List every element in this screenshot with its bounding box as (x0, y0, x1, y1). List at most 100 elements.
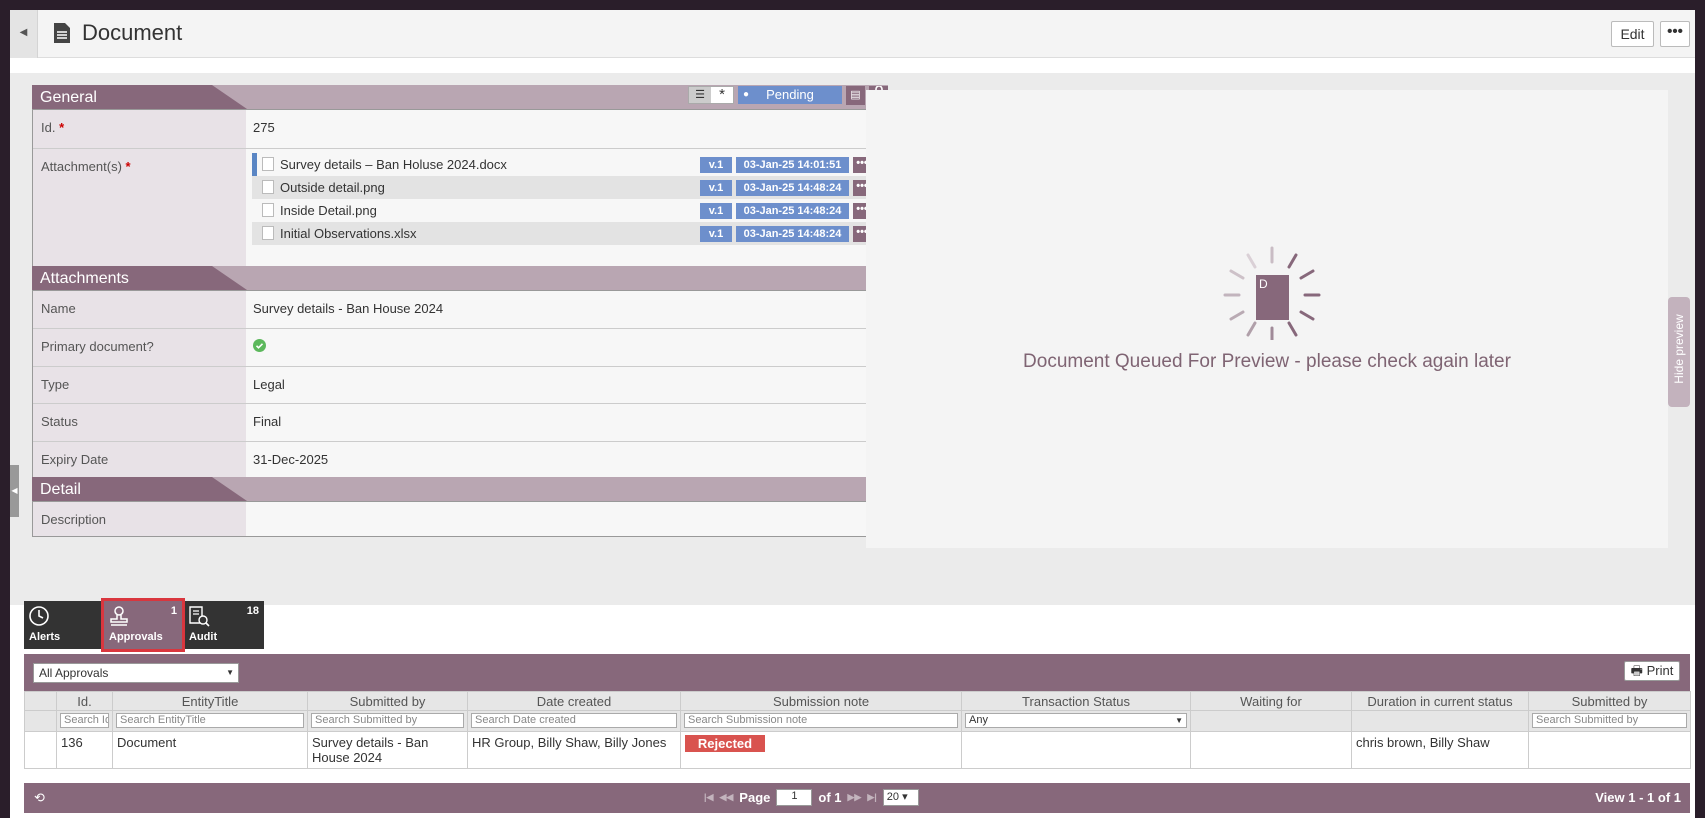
general-panel: General ☰ * ● Pending ▤ Id. * 275 Attach… (32, 84, 888, 270)
attachment-name[interactable]: Outside detail.png (280, 180, 696, 195)
cell-waiting (1190, 731, 1352, 769)
attachments-panel: Attachments Name Survey details - Ban Ho… (32, 266, 888, 480)
column-header-select (24, 691, 57, 711)
view-toggle[interactable]: ☰ * (688, 86, 734, 104)
column-header[interactable]: Submitted by (1528, 691, 1691, 711)
version-badge[interactable]: v.1 (700, 156, 732, 173)
report-icon[interactable]: ▤ (846, 85, 865, 105)
type-value: Legal (253, 377, 285, 392)
asterisk-icon[interactable]: * (711, 87, 733, 103)
filter-row: Search Id. Search EntityTitle Search Submi… (24, 710, 1691, 732)
row-select-cell[interactable] (24, 731, 57, 769)
general-heading: General (32, 85, 247, 109)
status-label: Status (33, 404, 246, 441)
detail-heading: Detail (32, 477, 247, 501)
search-input[interactable]: Search Submitted by (1532, 713, 1687, 728)
column-header[interactable]: Waiting for (1190, 691, 1352, 711)
expand-sidebar-handle[interactable]: ◀ (10, 465, 19, 517)
search-input[interactable]: Search Id. (60, 713, 109, 728)
expiry-label: Expiry Date (33, 442, 246, 479)
status-badge[interactable]: ● Pending (738, 86, 842, 104)
search-input[interactable]: Search Date created (471, 713, 677, 728)
attachment-name[interactable]: Survey details – Ban Holuse 2024.docx (280, 157, 696, 172)
cell-duration: chris brown, Billy Shaw (1351, 731, 1529, 769)
first-page-icon[interactable]: |◀ (704, 792, 713, 803)
attachments-table: Name Survey details - Ban House 2024 Pri… (32, 290, 888, 480)
file-icon (262, 203, 274, 217)
filter-cell: Search Id. (56, 710, 113, 732)
version-badge[interactable]: v.1 (700, 225, 732, 242)
general-table: Id. * 275 Attachment(s) * Survey details… (32, 109, 888, 270)
attachment-item[interactable]: Inside Detail.png v.1 03-Jan-25 14:48:24 ••… (252, 199, 879, 222)
tab-alerts[interactable]: Alerts (24, 601, 102, 649)
search-input[interactable]: Search Submitted by (311, 713, 464, 728)
column-header[interactable]: Duration in current status (1351, 691, 1529, 711)
hide-preview-button[interactable]: Hide preview (1668, 297, 1690, 407)
transaction-status-filter[interactable]: Any ▼ (965, 713, 1187, 728)
column-header[interactable]: Date created (467, 691, 681, 711)
header-row: Id. EntityTitle Submitted by Date created Su… (24, 691, 1691, 711)
status-row: Status Final (33, 404, 887, 442)
column-header[interactable]: EntityTitle (112, 691, 308, 711)
column-header[interactable]: Transaction Status (961, 691, 1191, 711)
cell-submitted_by2 (1528, 731, 1691, 769)
audit-icon (188, 605, 210, 630)
attachment-item[interactable]: Initial Observations.xlsx v.1 03-Jan-25 14… (252, 222, 879, 245)
app-window: ◀ Document Edit ••• ◀ General ☰ * ● Pend… (10, 10, 1695, 818)
general-panel-header: General ☰ * ● Pending ▤ (32, 84, 888, 109)
print-button[interactable]: 🖶 Print (1624, 661, 1680, 681)
attachment-list: Survey details – Ban Holuse 2024.docx v.1… (246, 149, 887, 269)
next-page-icon[interactable]: ▶▶ (848, 792, 862, 803)
excel-file-icon (262, 226, 274, 240)
description-row: Description (33, 502, 887, 536)
clock-icon (28, 605, 50, 630)
rejected-badge: Rejected (685, 735, 765, 752)
more-options-button[interactable]: ••• (1660, 21, 1690, 47)
name-label: Name (33, 291, 246, 328)
date-badge: 03-Jan-25 14:01:51 (736, 156, 849, 173)
tab-audit[interactable]: Audit 18 (184, 601, 264, 649)
page-size-select[interactable]: 20 ▾ (882, 789, 919, 806)
primary-label: Primary document? (33, 329, 246, 366)
stamp-icon (108, 605, 130, 630)
filter-cell: Any ▼ (961, 710, 1191, 732)
approvals-filter-select[interactable]: All Approvals ▼ (33, 663, 239, 683)
attachments-panel-header: Attachments (32, 266, 888, 290)
file-icon (262, 180, 274, 194)
printer-icon: 🖶 (1630, 663, 1643, 678)
table-row[interactable]: 136 Document Survey details - Ban House 20… (24, 731, 1691, 769)
detail-table: Description (32, 501, 888, 537)
list-view-icon[interactable]: ☰ (689, 87, 711, 103)
version-badge[interactable]: v.1 (700, 179, 732, 196)
primary-value (246, 329, 887, 366)
id-value: 275 (253, 120, 275, 135)
filter-cell: Search Submission note (680, 710, 962, 732)
cell-submitted_by: Survey details - Ban House 2024 (307, 731, 468, 769)
column-header[interactable]: Submission note (680, 691, 962, 711)
last-page-icon[interactable]: ▶| (867, 792, 876, 803)
status-value: Final (253, 414, 282, 429)
search-input[interactable]: Search EntityTitle (116, 713, 304, 728)
preview-message: Document Queued For Preview - please che… (1023, 351, 1511, 372)
column-header[interactable]: Submitted by (307, 691, 468, 711)
tab-approvals[interactable]: Approvals 1 (101, 598, 185, 652)
view-info: View 1 - 1 of 1 (1595, 790, 1681, 805)
name-row: Name Survey details - Ban House 2024 (33, 291, 887, 329)
filter-cell: Search Date created (467, 710, 681, 732)
attachment-item[interactable]: Survey details – Ban Holuse 2024.docx v.1… (252, 153, 879, 176)
edit-button[interactable]: Edit (1611, 21, 1654, 47)
refresh-icon[interactable]: ⟲ (34, 790, 45, 806)
attachment-name[interactable]: Inside Detail.png (280, 203, 696, 218)
attachments-row: Attachment(s) * Survey details – Ban Hol… (33, 149, 887, 269)
version-badge[interactable]: v.1 (700, 202, 732, 219)
search-input[interactable]: Search Submission note (684, 713, 958, 728)
collapse-left-button[interactable]: ◀ (10, 10, 38, 58)
filter-cell (1351, 710, 1529, 732)
attachment-item[interactable]: Outside detail.png v.1 03-Jan-25 14:48:24 •… (252, 176, 879, 199)
prev-page-icon[interactable]: ◀◀ (719, 792, 733, 803)
id-label: Id. * (33, 110, 246, 148)
filter-cell: Search Submitted by (307, 710, 468, 732)
column-header[interactable]: Id. (56, 691, 113, 711)
attachment-name[interactable]: Initial Observations.xlsx (280, 226, 696, 241)
page-input[interactable]: 1 (776, 789, 813, 806)
